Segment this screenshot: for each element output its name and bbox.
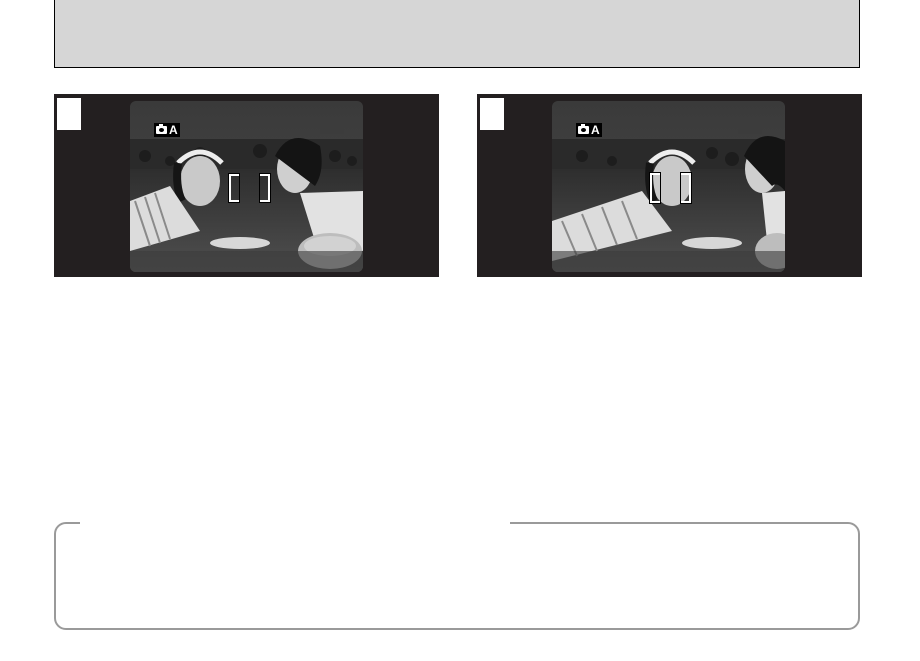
note-box [54,522,860,630]
lcd-preview: A [552,101,785,272]
camera-icon [578,124,589,134]
af-frame-right-bracket [260,174,270,202]
indicator-box [320,121,344,134]
shooting-mode-badge: A [576,123,602,137]
step-badge [57,98,81,130]
camera-icon [156,124,167,134]
header-band [54,0,860,68]
af-frame-right-bracket [681,173,691,203]
mode-label: A [591,123,600,137]
af-frame-left-bracket [229,174,239,202]
figure-panel-2: A [477,94,862,277]
indicator-box [738,121,762,134]
af-frame-left-bracket [650,173,660,203]
figure-panel-1: A [54,94,439,277]
mode-label: A [169,123,178,137]
note-title-area [80,518,510,528]
shooting-mode-badge: A [154,123,180,137]
lcd-preview: A [130,101,363,272]
step-badge [480,98,504,130]
